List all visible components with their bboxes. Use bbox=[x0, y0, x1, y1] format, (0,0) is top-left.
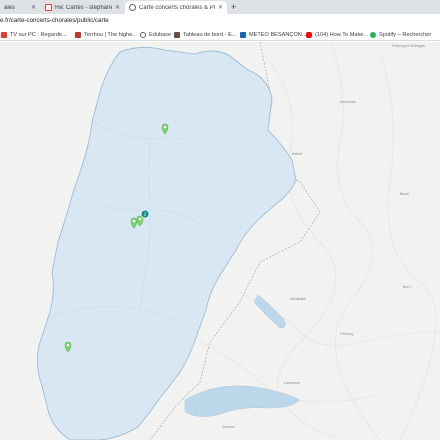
close-tab-icon[interactable]: ✕ bbox=[28, 4, 36, 11]
bookmark-terrhou[interactable]: Terrhou | The highe... bbox=[75, 30, 137, 39]
tab-title: Re: Cartes - stephane.barcon@g bbox=[55, 4, 112, 11]
bookmark-label: Tableau de bord - E... bbox=[183, 31, 237, 38]
bookmark-meteo[interactable]: METEO BESANÇON... bbox=[240, 30, 307, 39]
bookmark-label: Edubase bbox=[149, 31, 172, 38]
close-tab-icon[interactable]: ✕ bbox=[112, 4, 120, 11]
youtube-icon bbox=[306, 31, 312, 38]
meteo-icon bbox=[240, 31, 246, 38]
globe-icon bbox=[129, 4, 136, 11]
spotify-icon bbox=[370, 31, 376, 38]
bookmark-label: TV sur PC : Regarde... bbox=[10, 31, 67, 38]
close-tab-icon[interactable]: ✕ bbox=[215, 4, 223, 11]
tab-title: Carte concerts chorales & Projet bbox=[139, 4, 215, 11]
bookmark-youtube[interactable]: (104) How To Make... bbox=[306, 30, 368, 39]
tab-gmail[interactable]: Re: Cartes - stephane.barcon@g ✕ bbox=[41, 1, 124, 14]
address-bar[interactable]: e.fr/carte-concerts-chorales/public/cart… bbox=[0, 14, 440, 28]
bookmark-label: METEO BESANÇON... bbox=[249, 31, 307, 38]
url-text[interactable]: e.fr/carte-concerts-chorales/public/cart… bbox=[0, 17, 109, 24]
gmail-icon bbox=[45, 4, 52, 11]
bookmark-tableau[interactable]: Tableau de bord - E... bbox=[174, 30, 236, 39]
marker-layer: 2 bbox=[64, 123, 169, 353]
bookmarks-bar: TV sur PC : Regarde... Terrhou | The hig… bbox=[0, 28, 440, 41]
map-pin-icon[interactable] bbox=[64, 341, 72, 353]
bookmark-tv[interactable]: TV sur PC : Regarde... bbox=[1, 30, 67, 39]
map-canvas[interactable]: Mulhouse Belfort Bern Lausanne Genève Ne… bbox=[0, 42, 440, 440]
dashboard-icon bbox=[174, 31, 180, 38]
tv-icon bbox=[1, 31, 7, 38]
new-tab-button[interactable]: + bbox=[231, 2, 236, 12]
map-pin-icon[interactable] bbox=[136, 215, 144, 227]
marker-cluster[interactable]: 2 bbox=[140, 209, 150, 219]
bookmark-edubase[interactable]: Edubase bbox=[140, 30, 171, 39]
tab-strip: ales ✕ Re: Cartes - stephane.barcon@g ✕ … bbox=[0, 0, 440, 14]
map-pin-icon[interactable] bbox=[130, 217, 138, 229]
map-pin-icon[interactable] bbox=[161, 123, 169, 135]
bookmark-label: (104) How To Make... bbox=[315, 31, 369, 38]
bookmark-label: Terrhou | The highe... bbox=[84, 31, 137, 38]
edubase-icon bbox=[140, 31, 146, 38]
bookmark-label: Spotify – Rechercher bbox=[379, 31, 432, 38]
tab-carte-concerts[interactable]: Carte concerts chorales & Projet ✕ bbox=[125, 1, 227, 14]
bookmark-spotify[interactable]: Spotify – Rechercher bbox=[370, 30, 431, 39]
terrhou-icon bbox=[75, 31, 81, 38]
tab-title: ales bbox=[4, 4, 16, 11]
tab-chorales[interactable]: ales ✕ bbox=[0, 1, 40, 14]
